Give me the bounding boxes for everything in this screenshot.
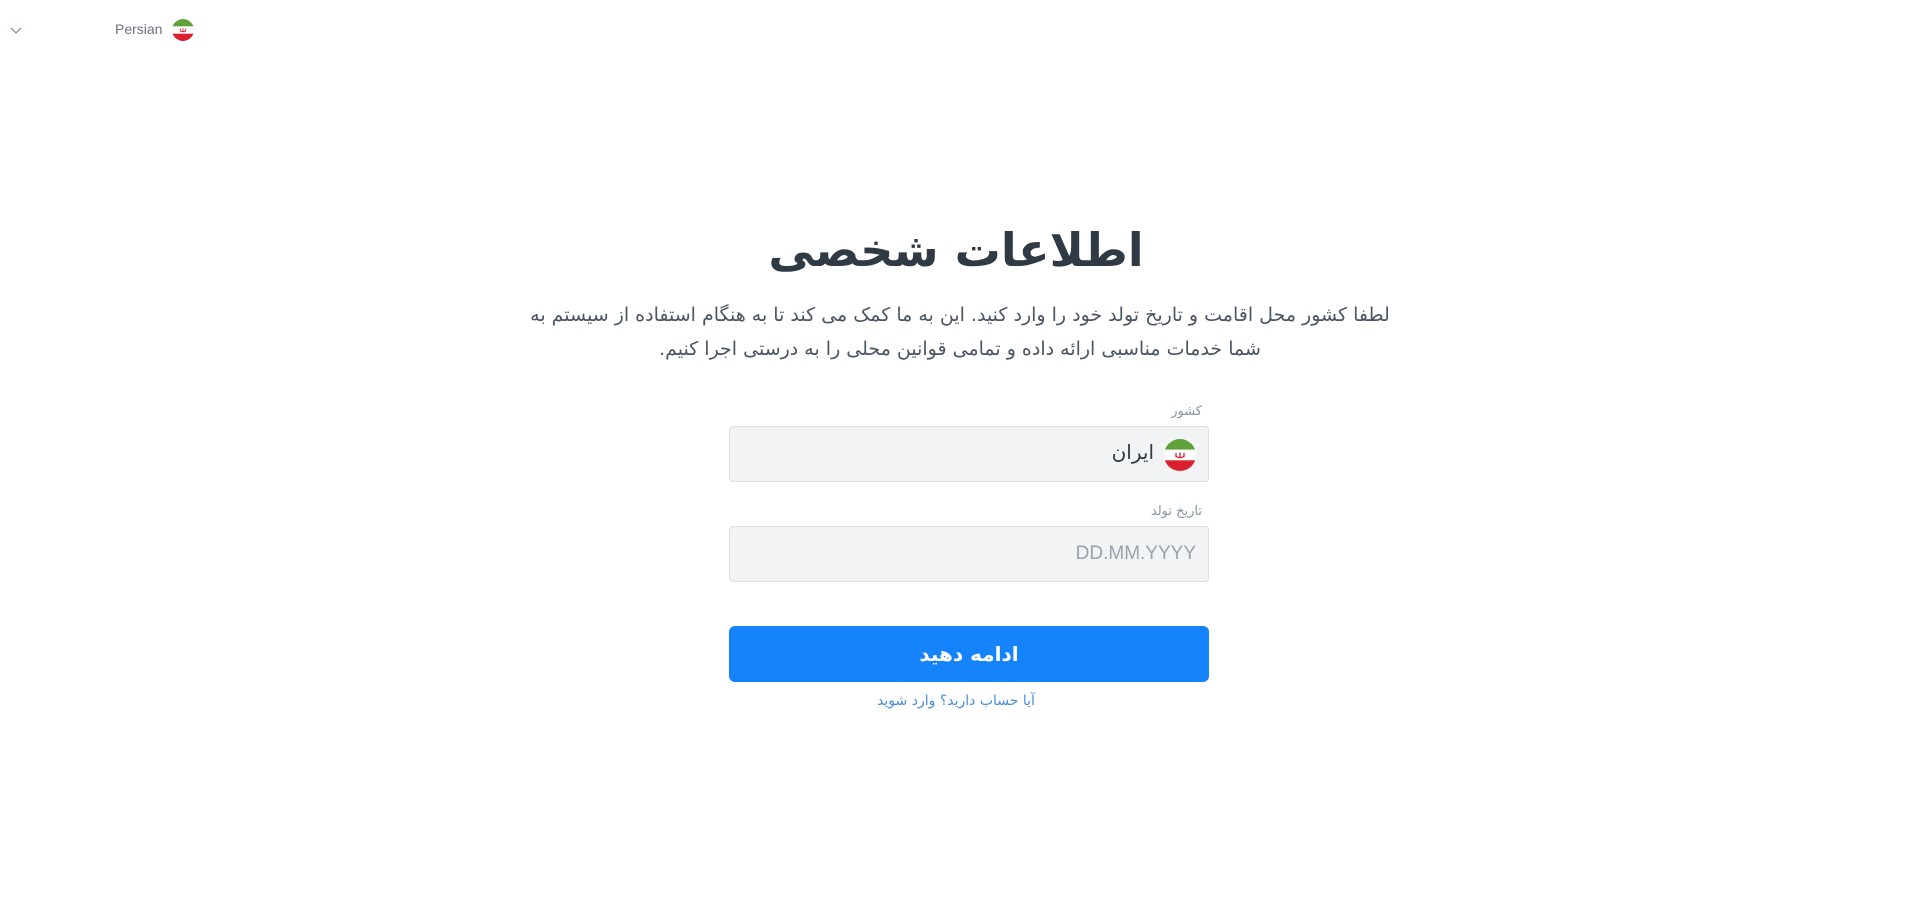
page-description: لطفا کشور محل اقامت و تاریخ تولد خود را … bbox=[530, 304, 1390, 360]
iran-flag-icon[interactable] bbox=[172, 19, 194, 41]
continue-button[interactable]: ادامه دهید bbox=[729, 626, 1209, 682]
page-title: اطلاعات شخصی bbox=[768, 223, 1144, 277]
country-value: ایران bbox=[1111, 440, 1154, 464]
top-bar: Persian bbox=[0, 0, 1912, 60]
birthdate-input[interactable] bbox=[730, 527, 1208, 581]
login-link[interactable]: آیا حساب دارید؟ وارد شوید bbox=[0, 693, 1912, 709]
birthdate-field[interactable] bbox=[729, 526, 1209, 582]
country-select[interactable]: ایران bbox=[729, 426, 1209, 482]
iran-flag-icon bbox=[1164, 439, 1196, 471]
country-label: کشور bbox=[1171, 404, 1202, 419]
chevron-down-icon[interactable] bbox=[8, 22, 24, 38]
birthdate-label: تاریخ تولد bbox=[1150, 504, 1202, 519]
language-selector-label[interactable]: Persian bbox=[115, 21, 162, 37]
